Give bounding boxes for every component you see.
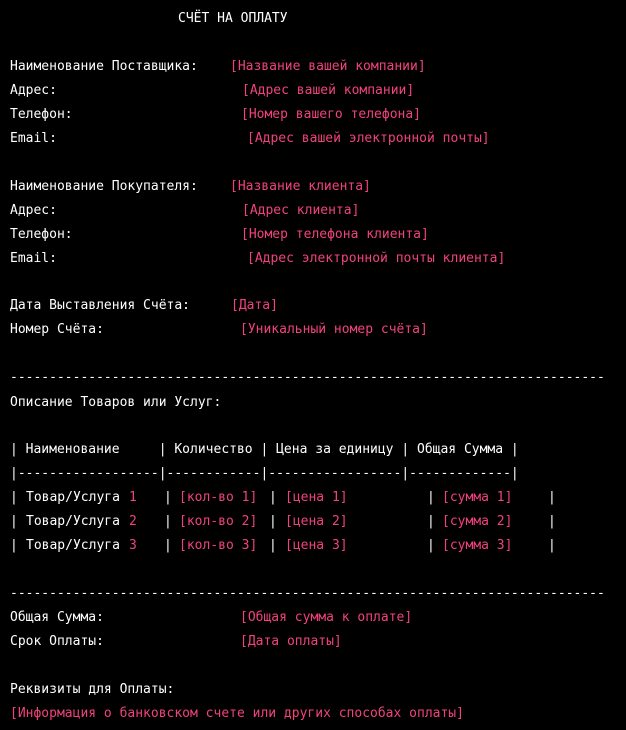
row-pipe: |	[269, 490, 277, 505]
supplier-name-value: [Название вашей компании]	[230, 59, 426, 74]
row-sum: [сумма 2]	[442, 514, 513, 529]
buyer-name-label: Наименование Покупателя:	[10, 179, 198, 194]
row-pipe: |	[269, 514, 277, 529]
invoice-number-label: Номер Счёта:	[10, 322, 104, 337]
invoice-title: СЧЁТ НА ОПЛАТУ	[178, 11, 288, 26]
row-item-number: 2	[129, 514, 137, 529]
due-date-value: [Дата оплаты]	[240, 634, 342, 649]
row-item-name: Товар/Услуга	[26, 514, 120, 529]
buyer-phone-label: Телефон:	[10, 227, 73, 242]
row-sum: [сумма 3]	[442, 538, 513, 553]
row-item-name: Товар/Услуга	[26, 490, 120, 505]
row-item-number: 3	[129, 538, 137, 553]
row-sum: [сумма 1]	[442, 490, 513, 505]
payment-details-value: [Информация о банковском счете или други…	[10, 706, 464, 721]
row-pipe: |	[548, 514, 556, 529]
buyer-email-label: Email:	[10, 251, 57, 266]
row-qty: [кол-во 1]	[179, 490, 258, 505]
supplier-name-label: Наименование Поставщика:	[10, 59, 198, 74]
supplier-phone-label: Телефон:	[10, 107, 73, 122]
row-pipe: |	[427, 490, 435, 505]
divider-bottom: ----------------------------------------…	[10, 586, 605, 601]
goods-section-label: Описание Товаров или Услуг:	[10, 395, 222, 410]
buyer-phone-value: [Номер телефона клиента]	[241, 227, 429, 242]
payment-details-label: Реквизиты для Оплаты:	[10, 682, 175, 697]
due-date-label: Срок Оплаты:	[10, 634, 104, 649]
row-pipe: |	[427, 538, 435, 553]
supplier-email-label: Email:	[10, 131, 57, 146]
row-item-number: 1	[129, 490, 137, 505]
divider-top: ----------------------------------------…	[10, 370, 605, 385]
row-price: [цена 3]	[285, 538, 348, 553]
row-price: [цена 2]	[285, 514, 348, 529]
supplier-phone-value: [Номер вашего телефона]	[241, 107, 422, 122]
row-price: [цена 1]	[285, 490, 348, 505]
row-pipe: |	[10, 490, 18, 505]
buyer-address-value: [Адрес клиента]	[242, 203, 360, 218]
row-pipe: |	[164, 538, 172, 553]
row-pipe: |	[427, 514, 435, 529]
row-pipe: |	[164, 514, 172, 529]
row-qty: [кол-во 3]	[179, 538, 258, 553]
row-pipe: |	[548, 538, 556, 553]
invoice-date-label: Дата Выставления Счёта:	[10, 298, 191, 313]
invoice-date-value: [Дата]	[231, 298, 278, 313]
supplier-email-value: [Адрес вашей электронной почты]	[247, 131, 490, 146]
invoice-number-value: [Уникальный номер счёта]	[240, 322, 428, 337]
row-pipe: |	[10, 538, 18, 553]
row-pipe: |	[10, 514, 18, 529]
total-value: [Общая сумма к оплате]	[240, 610, 413, 625]
row-qty: [кол-во 2]	[179, 514, 258, 529]
buyer-name-value: [Название клиента]	[230, 179, 371, 194]
row-pipe: |	[164, 490, 172, 505]
supplier-address-label: Адрес:	[10, 83, 57, 98]
buyer-address-label: Адрес:	[10, 203, 57, 218]
table-header: | Наименование | Количество | Цена за ед…	[10, 442, 519, 457]
row-pipe: |	[269, 538, 277, 553]
row-item-name: Товар/Услуга	[26, 538, 120, 553]
table-separator: |------------------|------------|-------…	[10, 466, 519, 481]
total-label: Общая Сумма:	[10, 610, 104, 625]
row-pipe: |	[548, 490, 556, 505]
supplier-address-value: [Адрес вашей компании]	[242, 83, 415, 98]
buyer-email-value: [Адрес электронной почты клиента]	[247, 251, 506, 266]
